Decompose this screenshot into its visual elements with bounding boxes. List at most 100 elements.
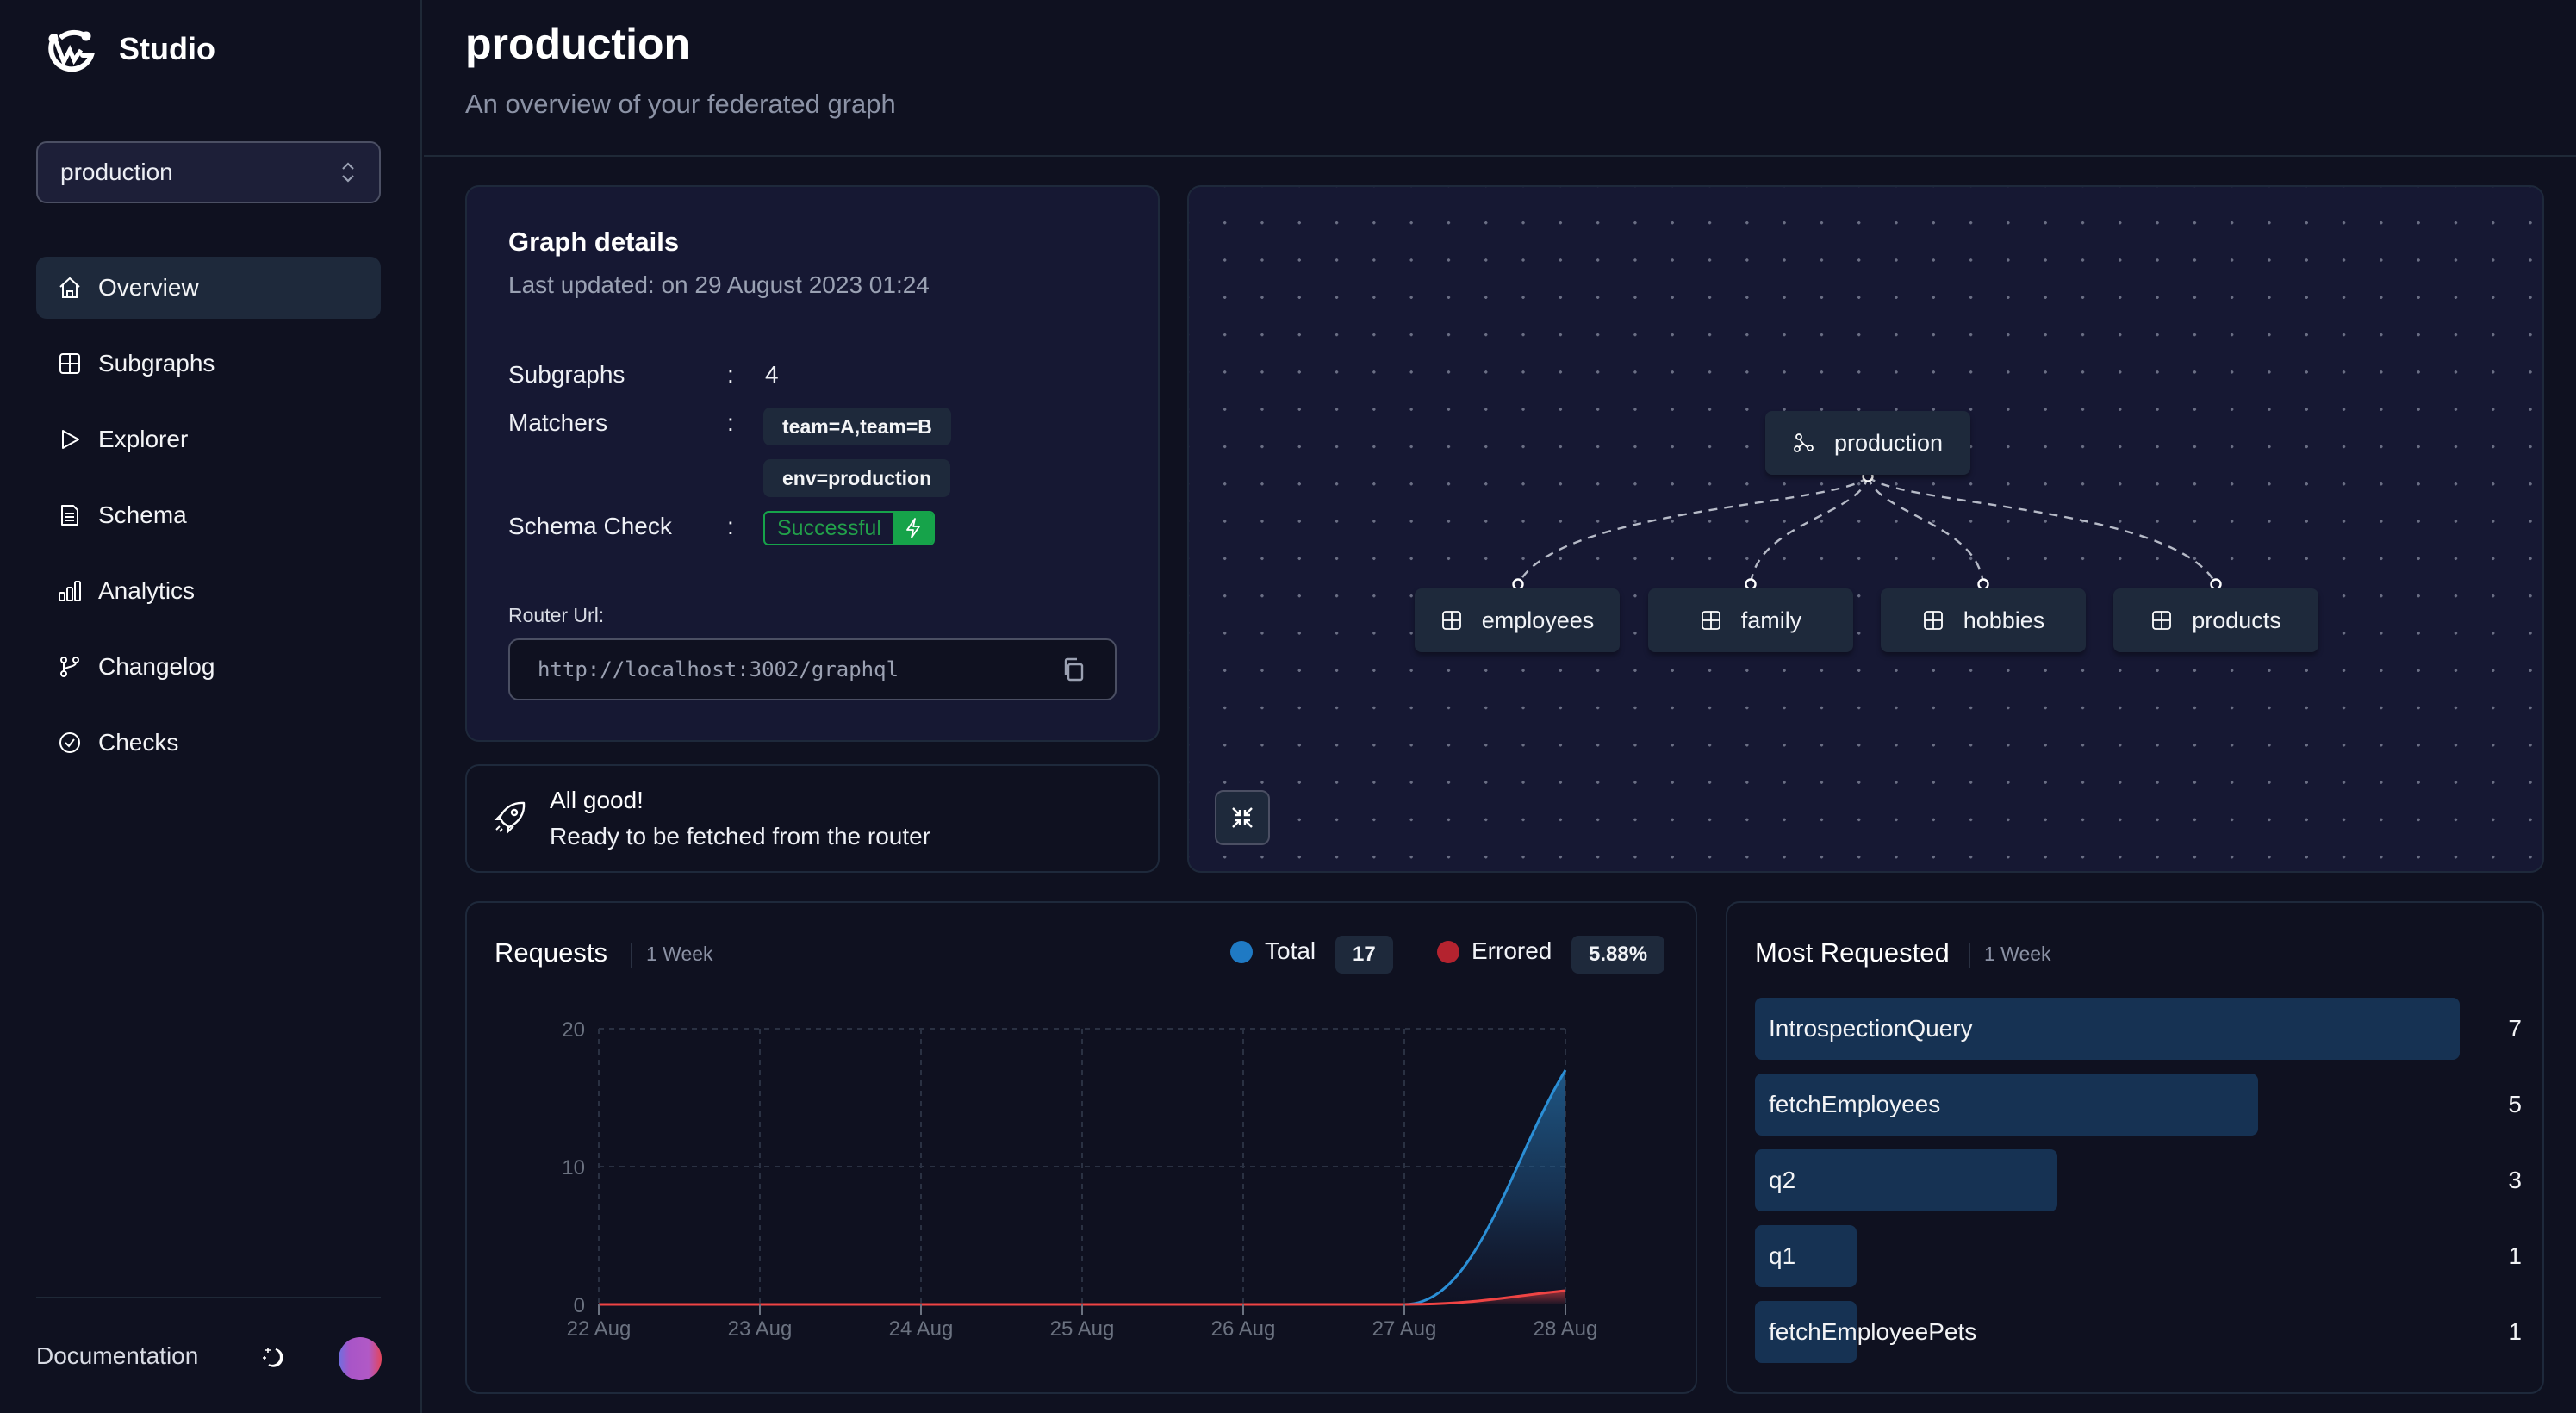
operation-name: IntrospectionQuery bbox=[1769, 1015, 1973, 1042]
schema-check-status: Successful bbox=[777, 515, 881, 540]
node-family[interactable]: family bbox=[1648, 588, 1853, 652]
most-requested-title: Most Requested bbox=[1755, 937, 1950, 968]
operation-count: 3 bbox=[2508, 1167, 2522, 1193]
graph-details-title: Graph details bbox=[508, 227, 680, 257]
grid-icon bbox=[1701, 611, 1720, 630]
requests-card: Requests 1 Week Total 17 Errored 5.88% 0… bbox=[465, 901, 1697, 1394]
sidebar-nav: Overview Subgraphs Explorer Schema Analy… bbox=[36, 257, 381, 787]
sidebar-item-label: Explorer bbox=[98, 426, 189, 452]
node-label: family bbox=[1740, 607, 1802, 633]
edge-products bbox=[1867, 476, 2218, 585]
sidebar-divider bbox=[36, 1297, 381, 1298]
documentation-link[interactable]: Documentation bbox=[36, 1342, 198, 1370]
colon: : bbox=[727, 361, 734, 388]
x-tick-label: 23 Aug bbox=[728, 1317, 793, 1341]
sidebar-item-schema[interactable]: Schema bbox=[36, 484, 381, 546]
router-url-field[interactable]: http://localhost:3002/graphql bbox=[508, 638, 1117, 700]
graph-selector[interactable]: production bbox=[36, 141, 381, 203]
x-tick-label: 27 Aug bbox=[1372, 1317, 1437, 1341]
colon: : bbox=[727, 409, 734, 436]
node-label: employees bbox=[1481, 607, 1595, 633]
minimize-arrows-icon bbox=[1232, 807, 1253, 828]
sidebar-item-explorer[interactable]: Explorer bbox=[36, 408, 381, 470]
sidebar-item-analytics[interactable]: Analytics bbox=[36, 560, 381, 622]
matcher-chip: env=production bbox=[763, 459, 951, 497]
fit-view-button[interactable] bbox=[1215, 790, 1270, 845]
graph-canvas[interactable]: production employees family hobbies prod… bbox=[1187, 185, 2544, 873]
colon: : bbox=[727, 513, 734, 539]
operation-row[interactable]: q1 1 bbox=[1755, 1225, 2522, 1287]
y-tick-label: 20 bbox=[562, 1018, 585, 1042]
document-icon bbox=[61, 505, 78, 526]
edge-family bbox=[1749, 476, 1870, 585]
moon-stars-icon[interactable] bbox=[260, 1342, 289, 1372]
operation-bar bbox=[1755, 1149, 2057, 1211]
x-tick-label: 26 Aug bbox=[1211, 1317, 1276, 1341]
home-icon bbox=[59, 277, 80, 298]
grid-icon bbox=[1923, 611, 1943, 630]
last-updated: Last updated: on 29 August 2023 01:24 bbox=[508, 271, 930, 298]
operation-row[interactable]: q2 3 bbox=[1755, 1149, 2522, 1211]
node-production[interactable]: production bbox=[1765, 411, 1970, 475]
operation-count: 5 bbox=[2508, 1091, 2522, 1117]
federated-graph-icon bbox=[1794, 433, 1814, 452]
node-label: production bbox=[1833, 429, 1944, 456]
router-url-label: Router Url: bbox=[508, 604, 605, 626]
chevron-up-down-icon bbox=[342, 162, 354, 183]
user-avatar[interactable] bbox=[339, 1337, 382, 1380]
sidebar-item-label: Analytics bbox=[98, 577, 196, 604]
requests-chart: 0 10 20 22 Aug 23 Aug 24 Aug 25 Aug 26 Aug 27 Au… bbox=[562, 1018, 1597, 1341]
matchers-label: Matchers bbox=[508, 409, 608, 436]
operation-name: fetchEmployeePets bbox=[1769, 1318, 1977, 1345]
graph-details-card: Graph details Last updated: on 29 August… bbox=[465, 185, 1160, 742]
router-url-value: http://localhost:3002/graphql bbox=[538, 657, 899, 682]
node-hobbies[interactable]: hobbies bbox=[1881, 588, 2086, 652]
rocket-icon bbox=[494, 801, 526, 834]
node-label: hobbies bbox=[1963, 607, 2045, 633]
x-tick-label: 24 Aug bbox=[889, 1317, 954, 1341]
sidebar-item-checks[interactable]: Checks bbox=[36, 712, 381, 774]
operation-count: 1 bbox=[2508, 1242, 2522, 1269]
y-tick-label: 10 bbox=[562, 1156, 585, 1180]
grid-icon bbox=[2152, 611, 2172, 630]
operation-row[interactable]: IntrospectionQuery 7 bbox=[1755, 998, 2522, 1060]
wundergraph-logo-icon bbox=[48, 29, 96, 72]
check-circle-icon bbox=[59, 732, 80, 753]
sidebar-item-overview[interactable]: Overview bbox=[36, 257, 381, 319]
graph-selector-value: production bbox=[60, 159, 173, 185]
products-handle bbox=[2210, 578, 2222, 590]
status-description: Ready to be fetched from the router bbox=[550, 823, 931, 850]
schema-check-badge: Successful bbox=[763, 511, 935, 545]
operation-name: fetchEmployees bbox=[1769, 1091, 1941, 1117]
sidebar-item-subgraphs[interactable]: Subgraphs bbox=[36, 333, 381, 395]
operation-row[interactable]: fetchEmployeePets 1 bbox=[1755, 1301, 2522, 1363]
grid-icon bbox=[59, 353, 80, 374]
operation-name: q2 bbox=[1769, 1167, 1796, 1193]
node-employees[interactable]: employees bbox=[1415, 588, 1620, 652]
node-label: products bbox=[2192, 607, 2281, 633]
title-separator bbox=[1969, 943, 1970, 968]
subgraphs-count: 4 bbox=[765, 361, 779, 388]
page-subtitle: An overview of your federated graph bbox=[465, 89, 896, 119]
sidebar-item-changelog[interactable]: Changelog bbox=[36, 636, 381, 698]
sidebar-item-label: Subgraphs bbox=[98, 350, 215, 377]
status-title: All good! bbox=[550, 787, 644, 813]
x-tick-label: 22 Aug bbox=[567, 1317, 632, 1341]
grid-icon bbox=[1441, 611, 1461, 630]
status-card: All good! Ready to be fetched from the r… bbox=[465, 764, 1160, 873]
app-name: Studio bbox=[119, 31, 215, 66]
sidebar-item-label: Changelog bbox=[98, 653, 215, 680]
play-icon bbox=[62, 430, 79, 449]
git-branch-icon bbox=[60, 657, 79, 677]
employees-handle bbox=[1512, 578, 1524, 590]
edge-employees bbox=[1516, 476, 1869, 585]
node-products[interactable]: products bbox=[2113, 588, 2318, 652]
sidebar-item-label: Checks bbox=[98, 729, 179, 756]
hobbies-handle bbox=[1977, 578, 1989, 590]
most-requested-range: 1 Week bbox=[1984, 943, 2051, 965]
sidebar-item-label: Overview bbox=[98, 274, 199, 301]
y-tick-label: 0 bbox=[574, 1294, 585, 1317]
x-tick-label: 25 Aug bbox=[1050, 1317, 1115, 1341]
copy-icon[interactable] bbox=[1060, 655, 1089, 684]
operation-row[interactable]: fetchEmployees 5 bbox=[1755, 1074, 2522, 1136]
